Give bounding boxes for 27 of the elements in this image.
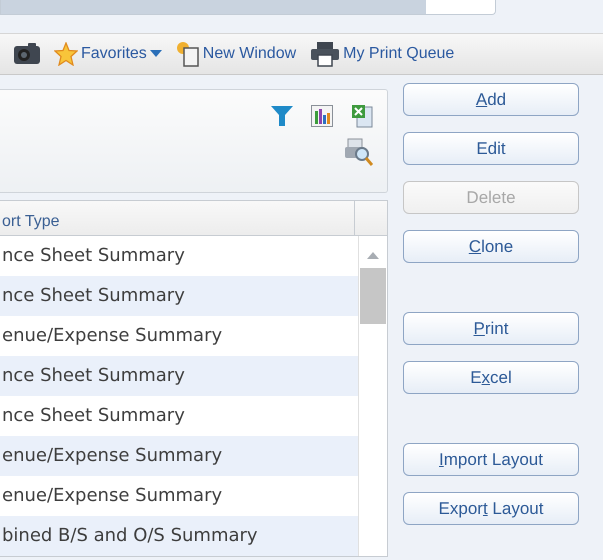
table-row[interactable]: bined B/S and O/S Summary [0, 516, 358, 556]
action-button[interactable]: Print [403, 312, 579, 345]
star-icon [54, 42, 78, 66]
camera-icon[interactable] [14, 42, 40, 66]
table-row[interactable]: nce Sheet Summary [0, 356, 358, 396]
action-button[interactable]: Add [403, 83, 579, 116]
scroll-up-icon[interactable] [367, 252, 379, 259]
action-button[interactable]: Excel [403, 361, 579, 394]
action-button[interactable]: Edit [403, 132, 579, 165]
action-button[interactable]: Import Layout [403, 443, 579, 476]
new-window-icon [176, 41, 200, 67]
address-field[interactable] [0, 0, 496, 15]
scroll-thumb[interactable] [360, 268, 386, 324]
filter-icon[interactable] [271, 106, 293, 126]
table-row[interactable]: nce Sheet Summary [0, 276, 358, 316]
table-row[interactable]: enue/Expense Summary [0, 436, 358, 476]
printer-icon [310, 41, 340, 67]
toolbar-link[interactable]: New Window [176, 41, 296, 67]
caret-icon [150, 50, 162, 58]
toolbar-link[interactable]: Favorites [54, 42, 162, 66]
action-button[interactable]: Clone [403, 230, 579, 263]
scrollbar[interactable] [358, 236, 387, 556]
print-preview-icon[interactable] [345, 138, 373, 166]
toolbar-link[interactable]: My Print Queue [310, 41, 454, 67]
spreadsheet-icon[interactable] [351, 104, 373, 128]
bar-chart-icon[interactable] [311, 105, 333, 127]
action-button[interactable]: Export Layout [403, 492, 579, 525]
